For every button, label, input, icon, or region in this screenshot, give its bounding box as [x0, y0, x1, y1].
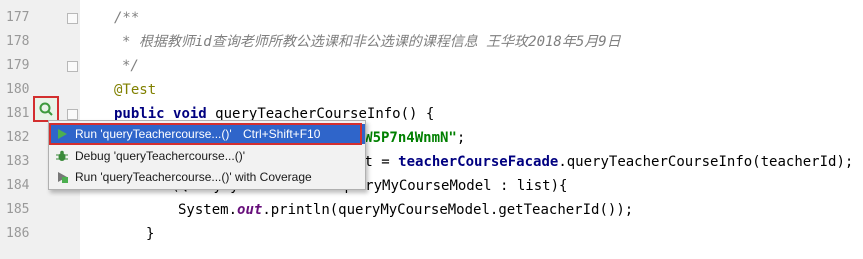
semicolon: ; [456, 130, 466, 146]
code-fragment: System. [178, 202, 238, 218]
field-out: out [237, 202, 263, 218]
fold-marker-icon[interactable] [67, 61, 78, 72]
code-line-183: st = teacherCourseFacade.queryTeacherCou… [356, 150, 853, 174]
line-number: 178 [6, 34, 30, 49]
code-line-179: */ [122, 58, 139, 74]
line-number: 186 [6, 226, 30, 241]
code-fragment: .println(queryMyCourseModel.getTeacherId… [262, 202, 634, 218]
line-number: 183 [6, 154, 30, 169]
line-number: 181 [6, 106, 30, 121]
shortcut-label: Ctrl+Shift+F10 [243, 127, 321, 141]
line-number: 182 [6, 130, 30, 145]
coverage-icon [58, 172, 68, 183]
run-icon [58, 129, 67, 139]
line-number: 184 [6, 178, 30, 193]
debug-icon [56, 150, 68, 161]
run-gutter-button[interactable] [33, 96, 59, 122]
menu-item-coverage[interactable]: Run 'queryTeachercourse...()' with Cover… [49, 167, 365, 187]
code-line-177: /** [114, 10, 140, 26]
menu-item-debug[interactable]: Debug 'queryTeachercourse...()' [49, 146, 365, 166]
line-number: 177 [6, 10, 30, 25]
code-line-180: @Test [114, 82, 157, 98]
run-test-icon [39, 102, 53, 116]
line-number: 179 [6, 58, 30, 73]
fold-marker-icon[interactable] [67, 13, 78, 24]
line-number: 185 [6, 202, 30, 217]
code-line-185: System.out.println(queryMyCourseModel.ge… [178, 198, 633, 222]
field-teacher-course-facade: teacherCourseFacade [398, 154, 559, 170]
fold-marker-icon[interactable] [67, 109, 78, 120]
code-fragment: .queryTeacherCourseInfo(teacherId); [558, 154, 854, 170]
line-number: 180 [6, 82, 30, 97]
code-line-186: } [146, 226, 155, 242]
run-context-menu: Run 'queryTeachercourse...()' Ctrl+Shift… [48, 120, 366, 190]
code-line-178: * 根据教师id查询老师所教公选课和非公选课的课程信息 王华玫2018年5月9日 [122, 34, 621, 50]
menu-item-run[interactable]: Run 'queryTeachercourse...()' Ctrl+Shift… [49, 124, 365, 144]
